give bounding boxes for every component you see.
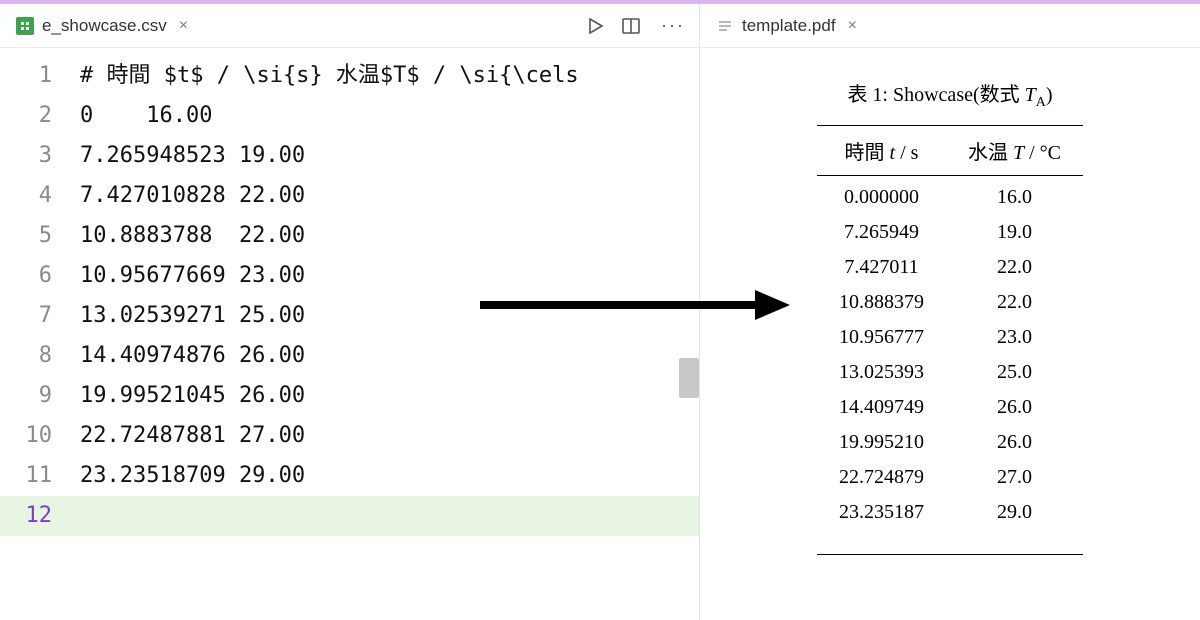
- line-number: 9: [0, 376, 80, 416]
- right-tabbar: template.pdf ×: [700, 4, 1200, 48]
- close-icon[interactable]: ×: [175, 17, 192, 35]
- table-caption: 表 1: Showcase(数式 TA): [847, 78, 1052, 111]
- col-time-header: 時間 t / s: [817, 126, 946, 176]
- caption-prefix: 表 1: Showcase(数式: [847, 84, 1024, 106]
- cell-temp: 27.0: [946, 460, 1083, 495]
- table-row: 13.02539325.0: [817, 355, 1083, 390]
- line-number: 2: [0, 96, 80, 136]
- editor-line[interactable]: 12: [0, 496, 699, 536]
- line-content: 22.72487881 27.00: [80, 416, 305, 456]
- line-content: 23.23518709 29.00: [80, 456, 305, 496]
- close-icon[interactable]: ×: [844, 17, 861, 35]
- editor-line[interactable]: 814.40974876 26.00: [0, 336, 699, 376]
- table-row: 14.40974926.0: [817, 390, 1083, 425]
- cell-temp: 22.0: [946, 250, 1083, 285]
- cell-time: 23.235187: [817, 495, 946, 534]
- table-row: 7.42701122.0: [817, 250, 1083, 285]
- cell-time: 10.888379: [817, 285, 946, 320]
- line-number: 10: [0, 416, 80, 456]
- line-content: 14.40974876 26.00: [80, 336, 305, 376]
- editor-line[interactable]: 37.265948523 19.00: [0, 136, 699, 176]
- line-content: 0 16.00: [80, 96, 212, 136]
- col-temp-unit: / °C: [1024, 142, 1061, 164]
- tab-csv[interactable]: e_showcase.csv ×: [10, 10, 198, 42]
- cell-temp: 26.0: [946, 390, 1083, 425]
- line-number: 3: [0, 136, 80, 176]
- editor-actions: ···: [585, 15, 689, 36]
- line-number: 8: [0, 336, 80, 376]
- split-editor-icon[interactable]: [621, 16, 641, 36]
- cell-time: 22.724879: [817, 460, 946, 495]
- cell-time: 13.025393: [817, 355, 946, 390]
- pdf-file-icon: [716, 17, 734, 35]
- line-content: # 時間 $t$ / \si{s} 水温$T$ / \si{\cels: [80, 56, 579, 96]
- cell-time: 7.427011: [817, 250, 946, 285]
- line-number: 6: [0, 256, 80, 296]
- caption-suffix: ): [1046, 84, 1053, 106]
- table-row: 23.23518729.0: [817, 495, 1083, 534]
- cell-temp: 19.0: [946, 215, 1083, 250]
- table-row: 7.26594919.0: [817, 215, 1083, 250]
- minimap-slider[interactable]: [679, 358, 699, 398]
- editor-line[interactable]: 1# 時間 $t$ / \si{s} 水温$T$ / \si{\cels: [0, 56, 699, 96]
- editor-line[interactable]: 1022.72487881 27.00: [0, 416, 699, 456]
- line-number: 5: [0, 216, 80, 256]
- line-content: 10.8883788 22.00: [80, 216, 305, 256]
- editor-line[interactable]: 510.8883788 22.00: [0, 216, 699, 256]
- table-row: 10.95677723.0: [817, 320, 1083, 355]
- editor-line[interactable]: 47.427010828 22.00: [0, 176, 699, 216]
- table-row: 10.88837922.0: [817, 285, 1083, 320]
- cell-temp: 26.0: [946, 425, 1083, 460]
- line-content: 19.99521045 26.00: [80, 376, 305, 416]
- cell-temp: 25.0: [946, 355, 1083, 390]
- preview-pane: template.pdf × 表 1: Showcase(数式 TA) 時間 t…: [700, 4, 1200, 620]
- line-number: 4: [0, 176, 80, 216]
- table-row: 0.00000016.0: [817, 176, 1083, 216]
- cell-time: 19.995210: [817, 425, 946, 460]
- cell-time: 10.956777: [817, 320, 946, 355]
- table-row: 19.99521026.0: [817, 425, 1083, 460]
- caption-var: T: [1025, 84, 1036, 106]
- tab-csv-label: e_showcase.csv: [42, 16, 167, 36]
- cell-time: 0.000000: [817, 176, 946, 216]
- caption-sub: A: [1036, 95, 1046, 110]
- cell-temp: 23.0: [946, 320, 1083, 355]
- more-actions-icon[interactable]: ···: [657, 15, 689, 36]
- editor-line[interactable]: 1123.23518709 29.00: [0, 456, 699, 496]
- editor-line[interactable]: 919.99521045 26.00: [0, 376, 699, 416]
- col-temp-header: 水温 T / °C: [946, 126, 1083, 176]
- table-row: 22.72487927.0: [817, 460, 1083, 495]
- line-number: 1: [0, 56, 80, 96]
- line-content: 10.95677669 23.00: [80, 256, 305, 296]
- line-number: 12: [0, 496, 80, 536]
- editor-pane: e_showcase.csv × ··· 1# 時間 $t$ / \si{s} …: [0, 4, 700, 620]
- data-table: 時間 t / s 水温 T / °C 0.00000016.07.2659491…: [817, 125, 1083, 555]
- line-content: 7.427010828 22.00: [80, 176, 305, 216]
- editor-line[interactable]: 610.95677669 23.00: [0, 256, 699, 296]
- csv-file-icon: [16, 17, 34, 35]
- left-tabbar: e_showcase.csv × ···: [0, 4, 699, 48]
- tab-pdf-label: template.pdf: [742, 16, 836, 36]
- cell-time: 14.409749: [817, 390, 946, 425]
- col-temp-var: T: [1013, 142, 1024, 164]
- line-content: 13.02539271 25.00: [80, 296, 305, 336]
- run-icon[interactable]: [585, 16, 605, 36]
- line-number: 7: [0, 296, 80, 336]
- editor-line[interactable]: 20 16.00: [0, 96, 699, 136]
- line-number: 11: [0, 456, 80, 496]
- pdf-viewer[interactable]: 表 1: Showcase(数式 TA) 時間 t / s 水温 T / °C …: [700, 48, 1200, 620]
- col-time-jp: 時間: [845, 142, 890, 164]
- col-time-unit: / s: [895, 142, 918, 164]
- cell-temp: 29.0: [946, 495, 1083, 534]
- col-temp-jp: 水温: [968, 142, 1013, 164]
- editor-line[interactable]: 713.02539271 25.00: [0, 296, 699, 336]
- line-content: 7.265948523 19.00: [80, 136, 305, 176]
- text-editor[interactable]: 1# 時間 $t$ / \si{s} 水温$T$ / \si{\cels20 1…: [0, 48, 699, 620]
- cell-temp: 16.0: [946, 176, 1083, 216]
- cell-time: 7.265949: [817, 215, 946, 250]
- tab-pdf[interactable]: template.pdf ×: [710, 10, 867, 42]
- cell-temp: 22.0: [946, 285, 1083, 320]
